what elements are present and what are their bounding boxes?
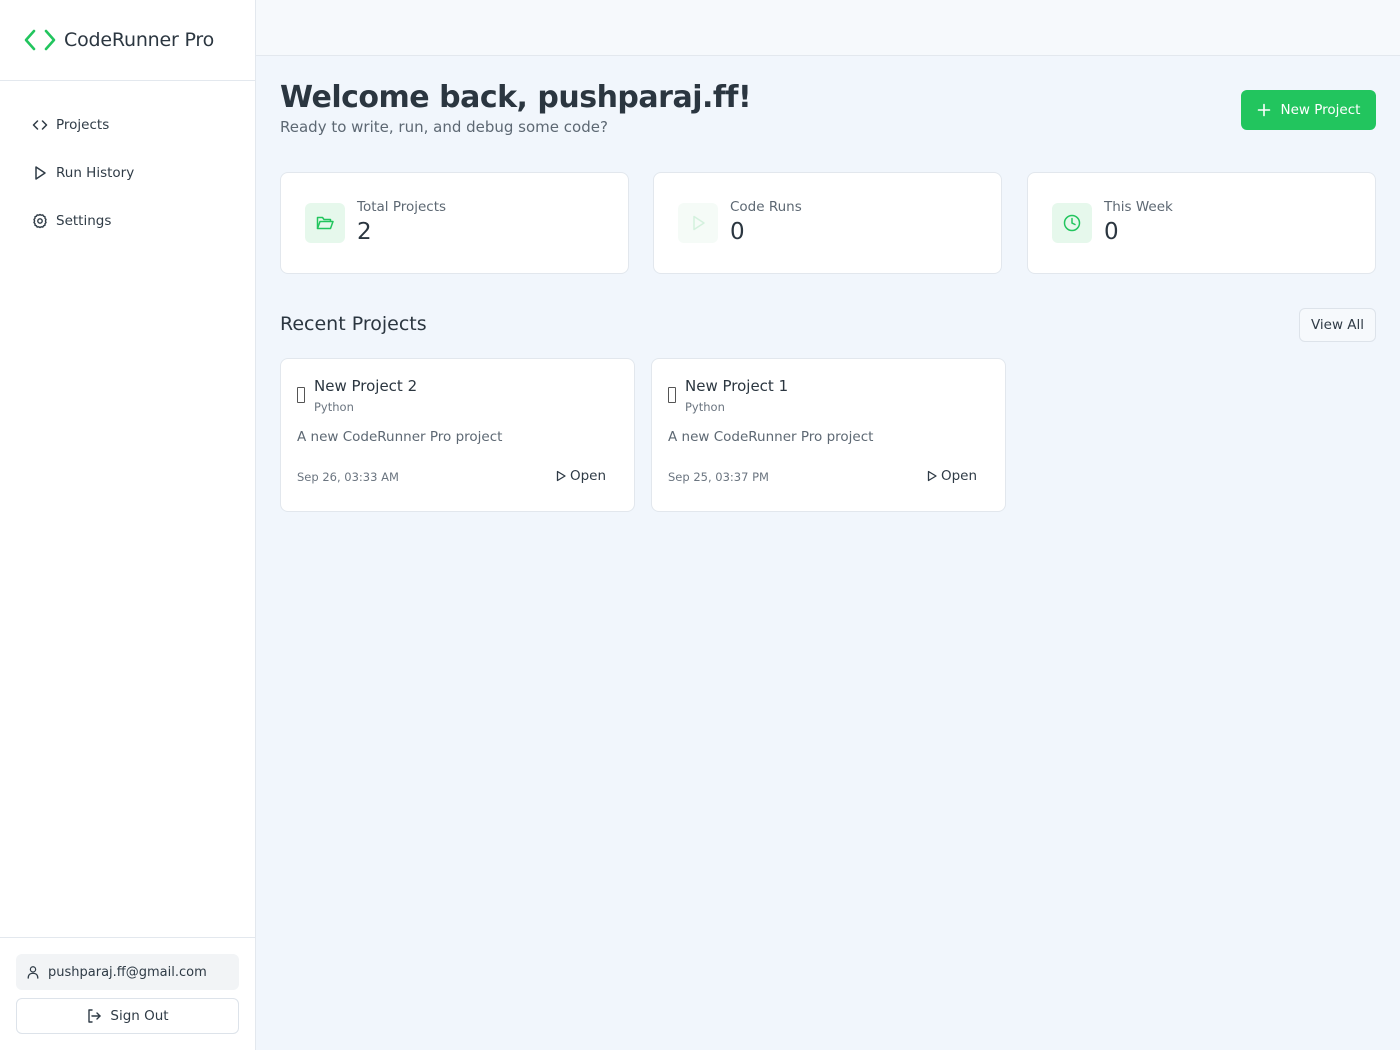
plus-icon [1257, 103, 1270, 117]
sidebar-item-settings[interactable]: Settings [0, 197, 255, 245]
play-icon [35, 166, 46, 180]
sign-out-label: Sign Out [110, 1008, 169, 1024]
stat-value: 0 [730, 219, 745, 245]
sidebar-item-run-history[interactable]: Run History [0, 149, 255, 197]
brand[interactable]: CodeRunner Pro [0, 0, 255, 81]
stat-value: 2 [357, 219, 372, 245]
view-all-button[interactable]: View All [1299, 308, 1376, 342]
code-brackets-icon [24, 29, 56, 51]
project-date: Sep 25, 03:37 PM [668, 470, 769, 484]
gear-icon [33, 213, 47, 229]
folder-open-icon [316, 216, 334, 230]
stat-card-total-projects: Total Projects 2 [280, 172, 629, 274]
play-icon [927, 470, 937, 482]
view-all-label: View All [1310, 317, 1365, 333]
page-subtitle: Ready to write, run, and debug some code… [280, 118, 608, 136]
sidebar-item-projects[interactable]: Projects [0, 101, 255, 149]
welcome-block: Welcome back, pushparaj.ff! Ready to wri… [280, 80, 752, 136]
stat-icon-wrap [1052, 203, 1092, 243]
stat-label: This Week [1104, 199, 1173, 215]
sign-out-button[interactable]: Sign Out [16, 998, 239, 1034]
user-email: pushparaj.ff@gmail.com [48, 964, 207, 980]
project-language: Python [314, 400, 354, 414]
sidebar-nav: Projects Run History Settings [0, 81, 255, 245]
file-icon [297, 387, 305, 403]
stat-icon-wrap [678, 203, 718, 243]
sidebar-item-label: Projects [56, 117, 110, 133]
open-project-button[interactable]: Open [926, 468, 977, 484]
open-project-button[interactable]: Open [555, 468, 606, 484]
log-out-icon [88, 1009, 102, 1023]
project-name: New Project 2 [314, 377, 418, 395]
stat-icon-wrap [305, 203, 345, 243]
stat-card-code-runs: Code Runs 0 [653, 172, 1002, 274]
stats-row: Total Projects 2 Code Runs 0 This Week 0 [280, 172, 1376, 274]
sidebar-item-label: Run History [56, 165, 135, 181]
sidebar-footer: pushparaj.ff@gmail.com Sign Out [0, 937, 255, 1050]
user-icon [27, 966, 39, 979]
sidebar: CodeRunner Pro Projects Run History Sett… [0, 0, 256, 1050]
clock-icon [1063, 214, 1081, 232]
stat-card-this-week: This Week 0 [1027, 172, 1376, 274]
project-card[interactable]: New Project 2 Python A new CodeRunner Pr… [280, 358, 635, 512]
code-icon [32, 120, 48, 130]
stat-label: Code Runs [730, 199, 802, 215]
project-description: A new CodeRunner Pro project [668, 429, 874, 445]
new-project-button[interactable]: New Project [1241, 90, 1376, 130]
section-title: Recent Projects [280, 313, 427, 335]
project-date: Sep 26, 03:33 AM [297, 470, 399, 484]
page-title: Welcome back, pushparaj.ff! [280, 80, 752, 115]
project-description: A new CodeRunner Pro project [297, 429, 503, 445]
stat-label: Total Projects [357, 199, 447, 215]
file-icon [668, 387, 676, 403]
app-name: CodeRunner Pro [64, 29, 214, 51]
project-name: New Project 1 [685, 377, 789, 395]
recent-projects-header: Recent Projects View All [280, 308, 1376, 342]
open-label: Open [940, 468, 977, 484]
play-icon [556, 470, 566, 482]
project-card[interactable]: New Project 1 Python A new CodeRunner Pr… [651, 358, 1006, 512]
open-label: Open [569, 468, 606, 484]
sidebar-item-label: Settings [56, 213, 112, 229]
new-project-label: New Project [1280, 102, 1361, 118]
project-language: Python [685, 400, 725, 414]
top-bar [256, 0, 1400, 56]
user-chip: pushparaj.ff@gmail.com [16, 954, 239, 990]
stat-value: 0 [1104, 219, 1119, 245]
play-icon [693, 215, 705, 231]
